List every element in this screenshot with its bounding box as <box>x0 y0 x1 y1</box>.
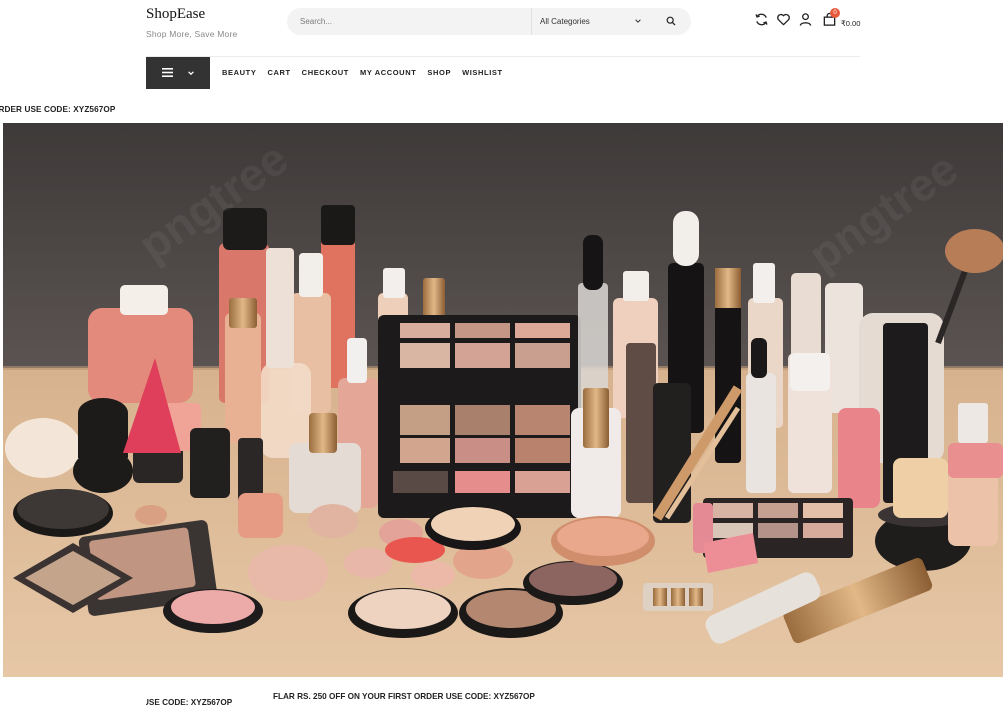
header-divider <box>146 56 860 57</box>
category-menu-toggle[interactable] <box>146 57 210 89</box>
nav-item-shop[interactable]: SHOP <box>427 68 451 77</box>
wishlist-button[interactable] <box>772 11 794 33</box>
refresh-icon <box>754 12 769 32</box>
compare-button[interactable] <box>750 11 772 33</box>
promo-text: FLAR RS. 250 OFF ON YOUR FIRST ORDER USE… <box>273 692 535 701</box>
cart-total[interactable]: ₹0.00 <box>841 19 860 28</box>
header-icons: 0 ₹0.00 <box>750 8 860 33</box>
cart-button[interactable]: 0 <box>818 8 840 33</box>
nav-item-checkout[interactable]: CHECKOUT <box>302 68 349 77</box>
nav-item-cart[interactable]: CART <box>267 68 290 77</box>
hamburger-icon <box>161 64 173 82</box>
promo-text: USE CODE: XYZ567OP <box>146 698 233 707</box>
search-bar: All Categories <box>287 8 691 35</box>
search-button[interactable] <box>651 8 691 35</box>
category-select[interactable]: All Categories <box>531 8 651 35</box>
main-nav: BEAUTY CART CHECKOUT MY ACCOUNT SHOP WIS… <box>222 68 514 77</box>
nav-item-my-account[interactable]: MY ACCOUNT <box>360 68 416 77</box>
cosmetics-illustration: pngtree pngtree <box>3 123 1003 677</box>
promo-ticker-bottom: USE CODE: XYZ567OP FLAR RS. 250 OFF ON Y… <box>146 692 846 710</box>
user-icon <box>798 12 813 32</box>
nav-item-beauty[interactable]: BEAUTY <box>222 68 256 77</box>
heart-icon <box>776 12 791 32</box>
brand[interactable]: ShopEase Shop More, Save More <box>146 5 237 39</box>
search-input[interactable] <box>287 8 531 35</box>
site-logo-title[interactable]: ShopEase <box>146 5 237 23</box>
promo-text: ORDER USE CODE: XYZ567OP <box>0 105 116 114</box>
account-button[interactable] <box>794 11 816 33</box>
hero-banner-image[interactable]: pngtree pngtree <box>3 123 1003 677</box>
cart-count-badge: 0 <box>830 8 840 18</box>
search-icon <box>666 13 676 31</box>
site-tagline: Shop More, Save More <box>146 29 238 39</box>
category-select-value: All Categories <box>540 17 590 26</box>
promo-ticker-top: ORDER USE CODE: XYZ567OP <box>0 99 140 117</box>
nav-item-wishlist[interactable]: WISHLIST <box>462 68 503 77</box>
chevron-down-icon <box>187 64 195 82</box>
chevron-down-icon <box>634 17 642 27</box>
